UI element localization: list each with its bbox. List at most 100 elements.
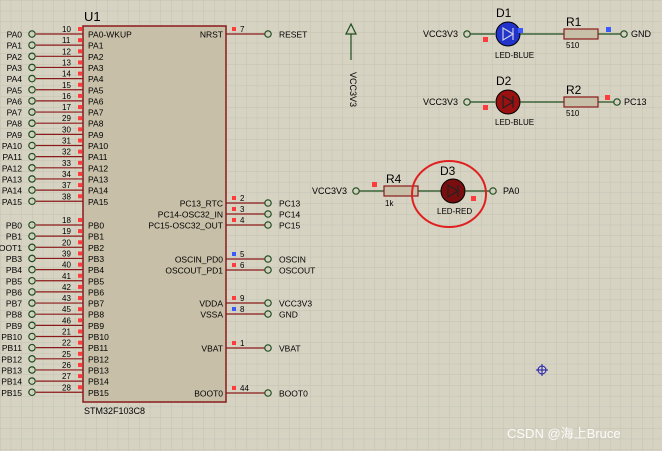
net-label: VBAT	[279, 344, 301, 354]
pin-number: 1	[240, 339, 245, 348]
pin-number: 34	[62, 170, 71, 179]
pin-number: 9	[240, 294, 245, 303]
pin-number: 42	[62, 283, 71, 292]
net-label: OSCOUT	[279, 266, 315, 276]
marker	[78, 374, 82, 379]
pin-number: 19	[62, 227, 71, 236]
pin-number: 45	[62, 305, 71, 314]
net-label: PA13	[2, 174, 22, 184]
net-label: PB13	[1, 365, 22, 375]
pin-name: BOOT0	[194, 389, 223, 399]
marker	[78, 60, 82, 65]
marker	[78, 105, 82, 110]
mcu-part: STM32F103C8	[84, 406, 145, 416]
net-label: VCC3V3	[279, 299, 312, 309]
marker	[78, 262, 82, 267]
pin-number: 5	[240, 250, 245, 259]
pin-name: PB12	[88, 354, 109, 364]
pin-number: 8	[240, 305, 245, 314]
net-label: PB9	[6, 321, 22, 331]
marker	[78, 240, 82, 245]
pin-name: OSCOUT_PD1	[165, 266, 223, 276]
resistor-ref: R1	[566, 15, 582, 29]
marker	[78, 385, 82, 390]
net-label: PA7	[7, 108, 23, 118]
pin-name: PC13_RTC	[180, 199, 223, 209]
marker	[78, 340, 82, 345]
pin-name: PA12	[88, 163, 108, 173]
led-body[interactable]	[495, 21, 521, 47]
pin-name: PB7	[88, 299, 104, 309]
net-label: PB5	[6, 276, 22, 286]
marker	[78, 218, 82, 222]
mcu-ref: U1	[84, 9, 101, 24]
pin-number: 46	[62, 316, 71, 325]
net-label-src: VCC3V3	[423, 97, 458, 107]
pin-number: 18	[62, 216, 71, 225]
pin-name: PA1	[88, 41, 104, 51]
pin-name: PB5	[88, 276, 104, 286]
net-label: PB14	[1, 377, 22, 387]
marker	[78, 362, 82, 367]
resistor-ref: R4	[386, 172, 402, 186]
resistor-body[interactable]	[563, 96, 599, 108]
marker	[78, 27, 82, 31]
marker	[78, 149, 82, 154]
net-label: PB15	[1, 388, 22, 398]
pin-name: PB6	[88, 287, 104, 297]
marker	[78, 160, 82, 165]
resistor-body[interactable]	[563, 28, 599, 40]
marker	[232, 386, 236, 390]
marker	[232, 196, 236, 200]
pin-name: PB15	[88, 388, 109, 398]
pin-number: 21	[62, 328, 71, 337]
pin-number: 2	[240, 194, 245, 203]
net-label-dst: PC13	[624, 97, 647, 107]
led-body[interactable]	[495, 89, 521, 115]
pin-number: 33	[62, 159, 71, 168]
marker	[78, 183, 82, 188]
net-label: PB1	[6, 232, 22, 242]
watermark: CSDN @海上Bruce	[507, 426, 621, 441]
pin-name: PA2	[88, 52, 104, 62]
pin-name: PB8	[88, 310, 104, 320]
pin-name: PA3	[88, 63, 104, 73]
marker	[78, 251, 82, 256]
marker	[232, 307, 236, 311]
pin-number: 37	[62, 181, 71, 190]
pin-number: 27	[62, 372, 71, 381]
pin-number: 30	[62, 125, 71, 134]
pin-number: 6	[240, 261, 245, 270]
pin-number: 31	[62, 137, 71, 146]
net-label: GND	[279, 310, 298, 320]
marker	[78, 71, 82, 76]
pin-name: PA10	[88, 141, 108, 151]
led-body[interactable]	[440, 178, 466, 204]
net-label: PA9	[7, 130, 23, 140]
resistor-ref: R2	[566, 83, 582, 97]
pin-name: PA11	[88, 152, 108, 162]
net-label: PA15	[2, 197, 22, 207]
pin-number: 29	[62, 114, 71, 123]
marker	[78, 194, 82, 199]
marker	[605, 95, 610, 100]
net-label: PA6	[7, 96, 23, 106]
marker	[232, 252, 236, 256]
pin-name: PB3	[88, 254, 104, 264]
marker	[471, 196, 476, 201]
net-label: PA2	[7, 52, 23, 62]
pin-name: VDDA	[199, 299, 223, 309]
pin-name: PA14	[88, 186, 108, 196]
pin-number: 20	[62, 238, 71, 247]
pin-name: PA13	[88, 174, 108, 184]
marker	[78, 82, 82, 87]
pin-number: 38	[62, 192, 71, 201]
resistor-value: 1k	[385, 199, 394, 208]
marker	[78, 296, 82, 301]
pin-name: PA15	[88, 197, 108, 207]
schematic-canvas[interactable]: U1 STM32F103C8 10 PA0-WKUPPA011 PA1PA112 PA…	[0, 0, 662, 451]
net-label: PB12	[1, 354, 22, 364]
pin-number: 15	[62, 81, 71, 90]
pin-name: PA5	[88, 85, 104, 95]
marker	[606, 27, 611, 32]
